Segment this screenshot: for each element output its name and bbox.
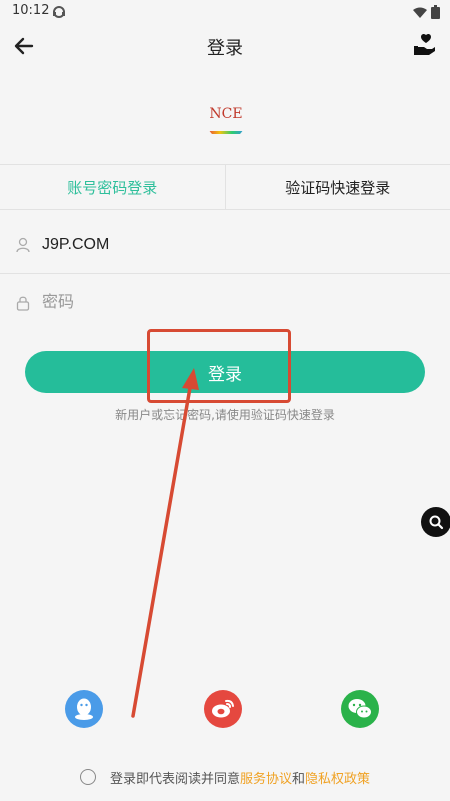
floating-search-button[interactable] — [421, 507, 450, 537]
wechat-icon — [348, 699, 372, 719]
wechat-login-button[interactable] — [341, 690, 379, 728]
annotation-arrow — [131, 368, 199, 718]
agreement-and: 和 — [292, 771, 306, 787]
search-icon — [429, 515, 444, 530]
qq-login-button[interactable] — [65, 690, 103, 728]
weibo-login-button[interactable] — [204, 690, 242, 728]
qq-icon — [75, 698, 93, 720]
weibo-icon — [212, 699, 234, 718]
agreement-checkbox[interactable] — [79, 769, 96, 785]
agreement-prefix: 登录即代表阅读并同意 — [109, 771, 240, 787]
privacy-link[interactable]: 隐私权政策 — [305, 768, 370, 787]
terms-link[interactable]: 服务协议 — [240, 768, 292, 787]
agreement-row: 登录即代表阅读并同意 服务协议 和 隐私权政策 — [0, 766, 450, 788]
